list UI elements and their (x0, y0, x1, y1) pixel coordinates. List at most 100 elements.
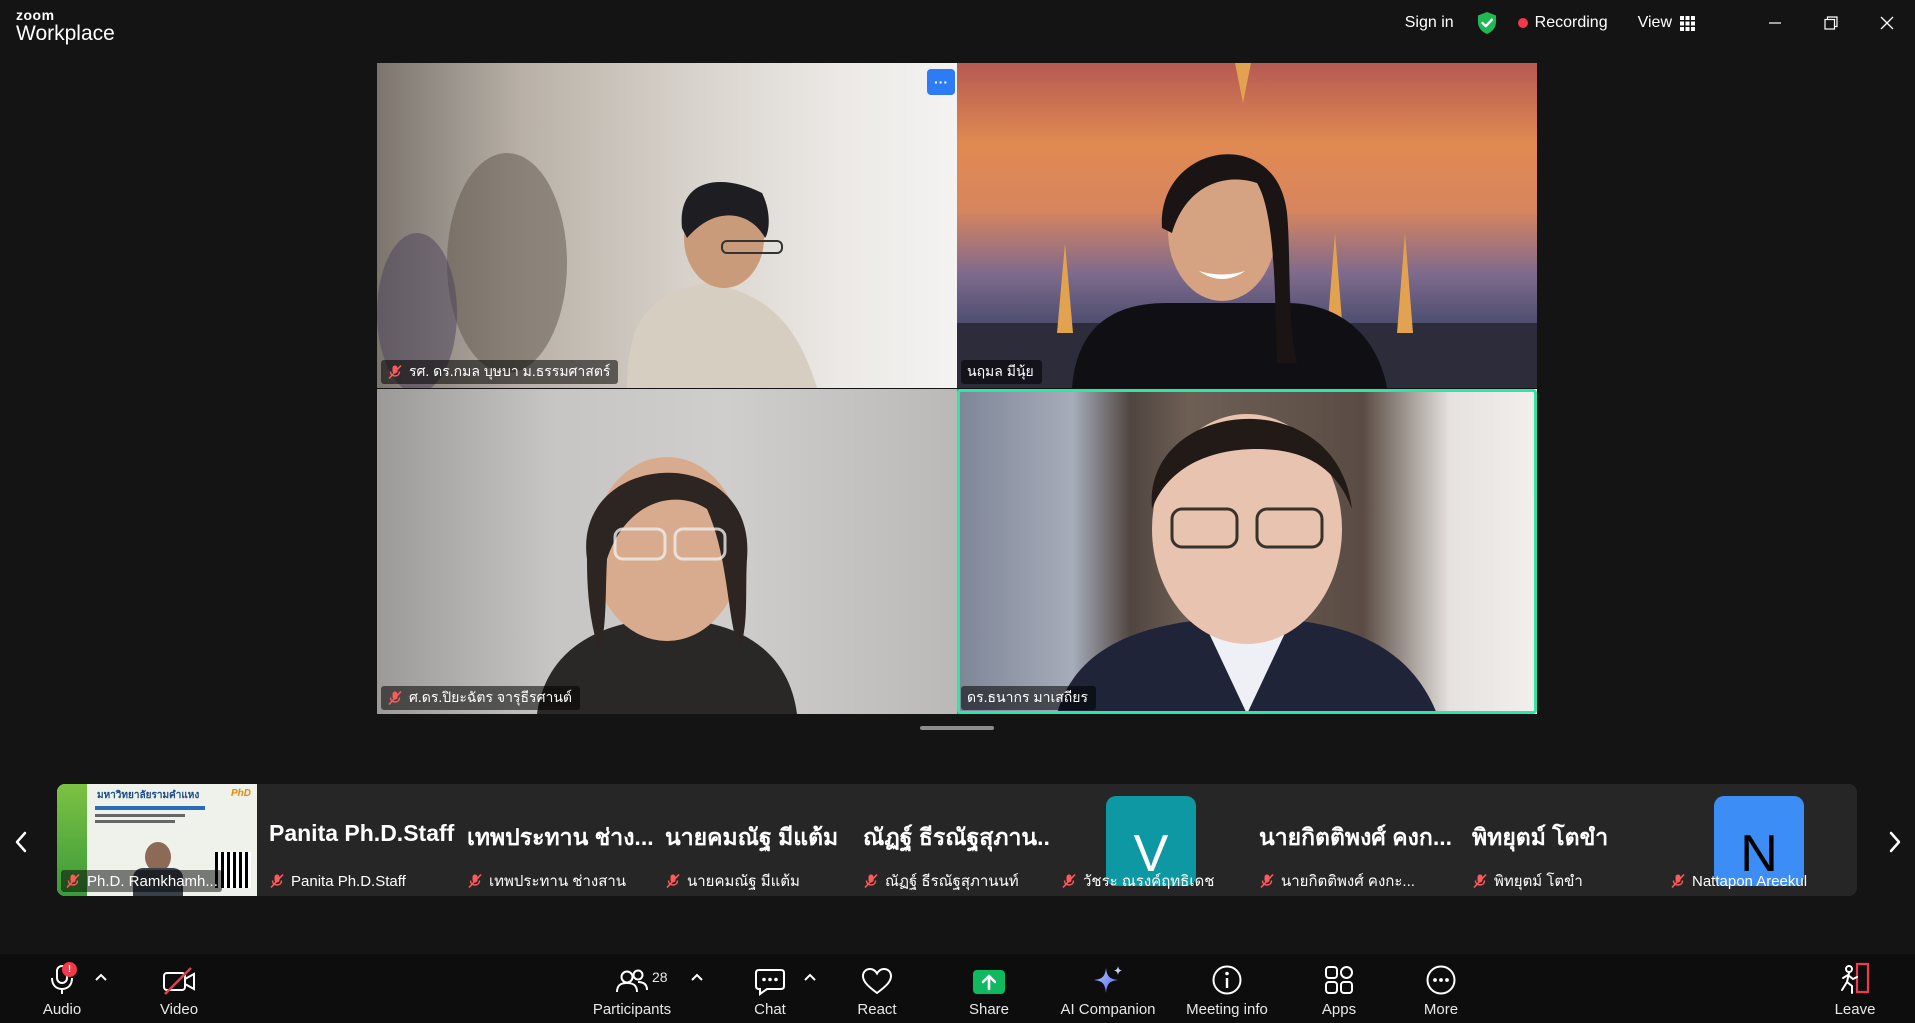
recording-label: Recording (1534, 14, 1608, 31)
strip-name-tag: พิทยุตม์ โตขำ (1472, 870, 1583, 892)
shared-screen-badge: PhD (231, 788, 251, 799)
restore-button[interactable] (1803, 0, 1859, 46)
apps-button[interactable]: Apps (1316, 954, 1362, 1023)
strip-tile[interactable]: นายคมณัฐ มีแต้ม นายคมณัฐ มีแต้ม (655, 784, 851, 896)
participant-name: นฤมล มีนุ้ย (967, 363, 1034, 379)
leave-button[interactable]: Leave (1832, 954, 1878, 1023)
muted-mic-icon (66, 873, 80, 889)
chat-button[interactable]: Chat (748, 954, 792, 1023)
encryption-shield-icon[interactable] (1476, 11, 1498, 35)
strip-display-name: เทพประทาน ช่าง... (467, 824, 653, 850)
participant-video-figure (1057, 414, 1437, 714)
strip-tile[interactable]: ณัฏฐ์ ธีรณัฐสุภาน... ณัฏฐ์ ธีรณัฐสุภานนท… (853, 784, 1049, 896)
strip-tile[interactable]: นายกิตติพงศ์ คงก... นายกิตติพงศ์ คงกะ... (1249, 784, 1475, 896)
strip-tile[interactable]: พิทยุตม์ โตขำ พิทยุตม์ โตขำ (1462, 784, 1662, 896)
audio-options-chevron-up-icon[interactable] (94, 972, 108, 982)
participant-video-figure (377, 153, 817, 388)
chat-label: Chat (754, 1001, 786, 1018)
meeting-info-label: Meeting info (1186, 1001, 1268, 1018)
logo-brand: zoom (16, 7, 55, 23)
participants-label: Participants (592, 1001, 672, 1018)
meeting-info-button[interactable]: Meeting info (1184, 954, 1270, 1023)
share-button[interactable]: Share (966, 954, 1012, 1023)
video-tile-1[interactable]: ··· รศ. ดร.กมล บุษบา ม.ธรรมศาสตร์ (377, 63, 957, 388)
ai-companion-label: AI Companion (1060, 1001, 1156, 1018)
leave-door-icon (1841, 962, 1870, 994)
strip-display-name: พิทยุตม์ โตขำ (1472, 824, 1609, 850)
chat-icon (755, 969, 785, 996)
muted-mic-icon (864, 873, 878, 889)
strip-participant-label: พิทยุตม์ โตขำ (1494, 873, 1583, 890)
apps-icon (1325, 966, 1353, 994)
leave-label: Leave (1834, 1001, 1876, 1018)
view-label: View (1637, 14, 1672, 31)
more-button[interactable]: More (1418, 954, 1464, 1023)
participants-button[interactable]: Participants (590, 954, 674, 1023)
video-button[interactable]: Video (152, 954, 206, 1023)
info-icon (1212, 965, 1242, 995)
video-tile-4-active-speaker[interactable]: ดร.ธนากร มาเสถียร (957, 389, 1537, 714)
participant-video-figure (537, 457, 797, 714)
strip-name-tag: วัชระ ณรงค์ฤทธิเดช (1061, 870, 1214, 892)
muted-mic-icon (468, 873, 482, 889)
muted-mic-icon (388, 364, 402, 380)
chat-options-chevron-up-icon[interactable] (803, 972, 817, 982)
muted-mic-icon (1671, 873, 1685, 889)
strip-participant-label: เทพประทาน ช่างสาน (489, 873, 627, 890)
close-icon (1880, 16, 1894, 30)
muted-mic-icon (1473, 873, 1487, 889)
strip-prev-button[interactable] (6, 822, 36, 862)
strip-tile[interactable]: N Nattapon Areekul (1660, 784, 1856, 896)
strip-tile-shared-screen[interactable]: มหาวิทยาลัยรามคำแหง PhD Ph.D. Ramkhamh..… (57, 784, 257, 896)
strip-name-tag: นายคมณัฐ มีแต้ม (665, 870, 800, 892)
participant-name-tag: ดร.ธนากร มาเสถียร (961, 686, 1096, 710)
more-icon (1426, 965, 1456, 995)
video-tile-3[interactable]: ศ.ดร.ปิยะฉัตร จารุธีรศานต์ (377, 389, 957, 714)
muted-mic-icon (388, 690, 402, 706)
strip-participant-label: นายกิตติพงศ์ คงกะ... (1281, 873, 1415, 890)
strip-name-tag: เทพประทาน ช่างสาน (467, 870, 626, 892)
strip-tile[interactable]: V วัชระ ณรงค์ฤทธิเดช (1051, 784, 1247, 896)
sign-in-link[interactable]: Sign in (1405, 14, 1454, 32)
view-button[interactable]: View (1638, 14, 1695, 32)
participant-name: รศ. ดร.กมล บุษบา ม.ธรรมศาสตร์ (409, 363, 611, 379)
chevron-left-icon (15, 831, 27, 853)
ai-sparkle-icon (1094, 966, 1122, 993)
chevron-right-icon (1889, 831, 1901, 853)
share-screen-icon (973, 970, 1005, 994)
restore-icon (1824, 16, 1838, 30)
participant-count: 28 (652, 969, 668, 985)
audio-label: Audio (42, 1001, 82, 1018)
recording-indicator[interactable]: Recording (1517, 14, 1608, 32)
strip-display-name: นายกิตติพงศ์ คงก... (1259, 824, 1453, 850)
strip-participant-label: นายคมณัฐ มีแต้ม (687, 873, 800, 890)
logo-product: Workplace (16, 22, 115, 45)
muted-mic-icon (1260, 873, 1274, 889)
ai-companion-button[interactable]: AI Companion (1060, 954, 1156, 1023)
strip-tile[interactable]: เทพประทาน ช่าง... เทพประทาน ช่างสาน (457, 784, 653, 896)
recording-dot-icon (1517, 18, 1528, 28)
strip-display-name: นายคมณัฐ มีแต้ม (665, 824, 839, 850)
participant-name: ดร.ธนากร มาเสถียร (967, 689, 1088, 705)
react-button[interactable]: React (854, 954, 900, 1023)
strip-participant-label: Ph.D. Ramkhamh... (87, 872, 218, 890)
strip-participant-label: Nattapon Areekul (1692, 872, 1808, 890)
minimize-button[interactable] (1747, 0, 1803, 46)
participant-name-tag: ศ.ดร.ปิยะฉัตร จารุธีรศานต์ (381, 686, 580, 710)
audio-button[interactable]: Audio (36, 954, 88, 1023)
close-window-button[interactable] (1859, 0, 1915, 46)
share-label: Share (968, 1001, 1010, 1018)
more-label: More (1423, 1001, 1459, 1018)
video-tile-2[interactable]: นฤมล มีนุ้ย (957, 63, 1537, 388)
title-bar: zoom Workplace Sign in Recording View (0, 0, 1915, 52)
participant-video-figure (957, 63, 1537, 388)
audio-warning-badge: ! (62, 962, 77, 977)
video-off-icon (163, 967, 195, 995)
muted-mic-icon (270, 873, 284, 889)
gallery-resize-handle[interactable] (920, 726, 994, 730)
tile-options-button[interactable]: ··· (927, 69, 955, 95)
strip-next-button[interactable] (1880, 822, 1910, 862)
strip-tile[interactable]: Panita Ph.D.Staff Panita Ph.D.Staff (259, 784, 455, 896)
muted-mic-icon (1062, 873, 1076, 889)
participants-options-chevron-up-icon[interactable] (690, 972, 704, 982)
